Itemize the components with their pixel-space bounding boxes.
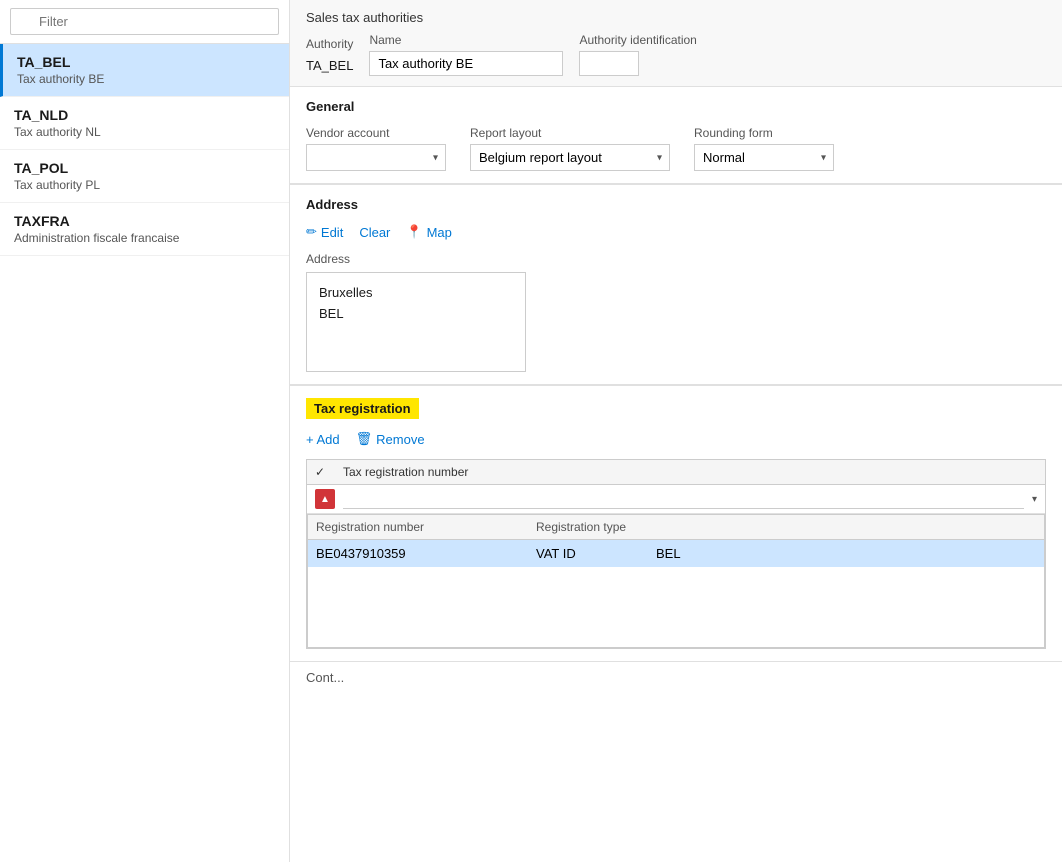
sidebar-item-ta-pol[interactable]: TA_POL Tax authority PL	[0, 150, 289, 203]
clear-button[interactable]: Clear	[359, 222, 390, 242]
address-field-label: Address	[306, 252, 1046, 266]
dropdown-col-reg-number: Registration number	[316, 520, 536, 534]
authority-id-field: Authority identification	[579, 33, 696, 76]
tax-table-header: ✓ Tax registration number	[307, 460, 1045, 485]
dropdown-row[interactable]: BE0437910359 VAT ID BEL	[308, 540, 1044, 567]
clear-label: Clear	[359, 225, 390, 240]
sidebar-item-desc: Administration fiscale francaise	[14, 231, 275, 245]
dropdown-col-reg-type: Registration type	[536, 520, 656, 534]
sidebar-item-code: TA_NLD	[14, 107, 275, 123]
sidebar-item-ta-bel[interactable]: TA_BEL Tax authority BE	[0, 44, 289, 97]
address-box: Bruxelles BEL	[306, 272, 526, 372]
address-actions: ✏ Edit Clear 📍 Map	[306, 222, 1046, 242]
authority-label: Authority	[306, 37, 353, 51]
tax-table-input-row: ▲ ▾	[307, 485, 1045, 514]
filter-wrap: 🔍	[10, 8, 279, 35]
remove-label: Remove	[376, 432, 424, 447]
main-content: Sales tax authorities Authority TA_BEL N…	[290, 0, 1062, 862]
name-label: Name	[369, 33, 563, 47]
sidebar-list: TA_BEL Tax authority BE TA_NLD Tax autho…	[0, 44, 289, 862]
report-layout-field: Report layout Belgium report layout ▾	[470, 126, 670, 171]
edit-button[interactable]: ✏ Edit	[306, 222, 343, 242]
report-layout-select[interactable]: Belgium report layout	[470, 144, 670, 171]
trash-icon: 🗑	[356, 431, 373, 447]
rounding-form-field: Rounding form Normal 0.01 0.05 0.10 1.00…	[694, 126, 834, 171]
tax-input-chevron-icon: ▾	[1032, 494, 1037, 505]
report-layout-wrap: Belgium report layout ▾	[470, 144, 670, 171]
dropdown-header: Registration number Registration type	[308, 515, 1044, 540]
authority-field: Authority TA_BEL	[306, 37, 353, 76]
vendor-account-select[interactable]	[306, 144, 446, 171]
authority-id-label: Authority identification	[579, 33, 696, 47]
authority-id-input[interactable]	[579, 51, 639, 76]
tax-reg-title: Tax registration	[306, 398, 419, 419]
sta-section: Sales tax authorities Authority TA_BEL N…	[290, 0, 1062, 87]
name-input[interactable]	[369, 51, 563, 76]
tax-table: ✓ Tax registration number ▲ ▾ Registrati…	[306, 459, 1046, 649]
add-label: + Add	[306, 432, 340, 447]
sidebar-item-taxfra[interactable]: TAXFRA Administration fiscale francaise	[0, 203, 289, 256]
dropdown-reg-number: BE0437910359	[316, 546, 536, 561]
address-line1: Bruxelles	[319, 283, 513, 304]
general-section: General Vendor account ▾ Report layout B…	[290, 87, 1062, 184]
map-icon: 📍	[406, 224, 422, 240]
name-field: Name	[369, 33, 563, 76]
rounding-form-select[interactable]: Normal 0.01 0.05 0.10 1.00	[694, 144, 834, 171]
sidebar-item-code: TAXFRA	[14, 213, 275, 229]
dropdown-empty-space	[308, 567, 1044, 647]
filter-bar: 🔍	[0, 0, 289, 44]
map-label: Map	[427, 225, 452, 240]
sta-section-title: Sales tax authorities	[306, 10, 1046, 25]
check-col-header: ✓	[315, 465, 335, 479]
footer-hint-text: Cont...	[306, 670, 344, 685]
tax-dropdown-results: Registration number Registration type BE…	[307, 514, 1045, 648]
sidebar-item-desc: Tax authority NL	[14, 125, 275, 139]
dropdown-col3	[656, 520, 1036, 534]
sidebar-item-desc: Tax authority PL	[14, 178, 275, 192]
report-layout-label: Report layout	[470, 126, 670, 140]
map-button[interactable]: 📍 Map	[406, 222, 451, 242]
vendor-account-label: Vendor account	[306, 126, 446, 140]
sta-fields: Authority TA_BEL Name Authority identifi…	[306, 33, 1046, 76]
vendor-account-wrap: ▾	[306, 144, 446, 171]
general-title: General	[306, 99, 1046, 114]
vendor-account-field: Vendor account ▾	[306, 126, 446, 171]
address-line2: BEL	[319, 304, 513, 325]
reg-number-col-header: Tax registration number	[343, 465, 1037, 479]
edit-label: Edit	[321, 225, 343, 240]
address-section: Address ✏ Edit Clear 📍 Map Address Bruxe…	[290, 185, 1062, 385]
authority-value: TA_BEL	[306, 55, 353, 76]
pencil-icon: ✏	[306, 224, 317, 240]
dropdown-reg-type: VAT ID	[536, 546, 656, 561]
sidebar-item-ta-nld[interactable]: TA_NLD Tax authority NL	[0, 97, 289, 150]
footer-hint: Cont...	[290, 661, 1062, 693]
sidebar-item-code: TA_BEL	[17, 54, 275, 70]
sidebar-item-code: TA_POL	[14, 160, 275, 176]
sidebar-item-desc: Tax authority BE	[17, 72, 275, 86]
rounding-form-wrap: Normal 0.01 0.05 0.10 1.00 ▾	[694, 144, 834, 171]
address-title: Address	[306, 197, 1046, 212]
remove-button[interactable]: 🗑 Remove	[356, 429, 425, 449]
general-form-row: Vendor account ▾ Report layout Belgium r…	[306, 126, 1046, 171]
sidebar: 🔍 TA_BEL Tax authority BE TA_NLD Tax aut…	[0, 0, 290, 862]
rounding-form-label: Rounding form	[694, 126, 834, 140]
tax-reg-number-input[interactable]	[343, 489, 1024, 509]
tax-reg-actions: + Add 🗑 Remove	[306, 429, 1046, 449]
filter-input[interactable]	[10, 8, 279, 35]
add-button[interactable]: + Add	[306, 429, 340, 449]
dropdown-country: BEL	[656, 546, 1036, 561]
warning-icon: ▲	[315, 489, 335, 509]
tax-registration-section: Tax registration + Add 🗑 Remove ✓ Tax re…	[290, 386, 1062, 661]
